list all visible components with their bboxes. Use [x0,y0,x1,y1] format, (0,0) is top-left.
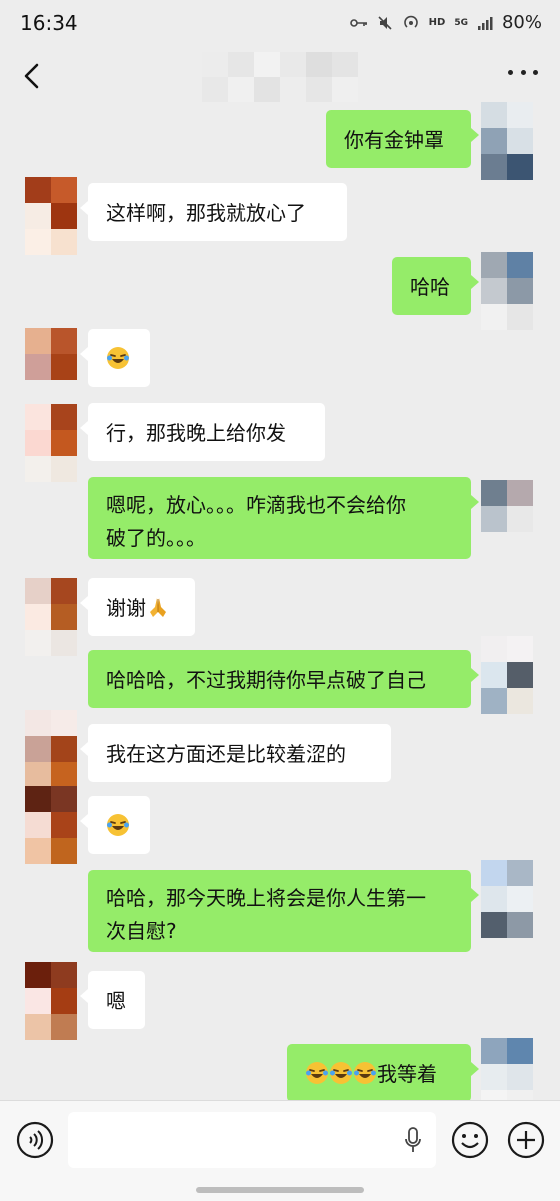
laughing-crying-emoji [306,1062,328,1084]
mute-icon [378,15,392,30]
microphone-icon[interactable] [404,1127,422,1153]
chat-title-blurred [202,52,358,102]
plus-circle-icon [507,1121,545,1159]
smiley-icon [451,1121,489,1159]
avatar-self[interactable] [481,252,533,330]
message-text-line-2: 次自慰? [106,919,177,943]
battery-percent: 80% [501,12,542,33]
avatar-contact[interactable] [25,962,77,1040]
folded-hands-emoji [150,598,166,617]
message-bubble-outgoing[interactable]: 你有金钟罩 [326,110,479,168]
hd-label: HD [428,17,446,28]
message-bubble-incoming[interactable] [80,329,150,387]
message-text: 哈哈 [410,275,450,299]
key-icon [349,18,367,27]
message-bubble-incoming[interactable]: 这样啊，那我就放心了 [80,183,347,241]
more-horizontal-icon [508,69,513,75]
message-text: 嗯 [106,989,126,1013]
message-bubble-outgoing[interactable]: 我等着 [287,1044,479,1102]
avatar-contact[interactable] [25,328,77,380]
signal-icon [477,16,493,30]
status-bar: 16:34 HD 5G 80% [0,0,560,50]
message-bubble-outgoing[interactable]: 嗯呢，放心。。。咋滴我也不会给你 破了的。。。 [88,477,479,559]
chat-message-list[interactable]: 你有金钟罩 这样啊，那我就放心了 哈哈 行，那我晚上给你发 嗯呢，放心。。。咋滴… [0,102,560,1116]
message-bubble-incoming[interactable]: 谢谢 [80,578,195,636]
message-text-line-1: 嗯呢，放心。。。咋滴我也不会给你 [106,493,406,517]
emoji-button[interactable] [451,1121,489,1159]
chat-header [0,50,560,102]
message-bubble-incoming[interactable]: 我在这方面还是比较羞涩的 [80,724,391,782]
avatar-self[interactable] [481,480,533,532]
avatar-contact[interactable] [25,177,77,255]
message-bubble-outgoing[interactable]: 哈哈，那今天晚上将会是你人生第一 次自慰? [88,870,479,952]
avatar-contact[interactable] [25,404,77,482]
message-bubble-incoming[interactable]: 行，那我晚上给你发 [80,403,325,461]
laughing-crying-emoji [354,1062,376,1084]
message-text: 这样啊，那我就放心了 [106,201,306,225]
voice-icon [16,1121,54,1159]
avatar-self[interactable] [481,636,533,714]
laughing-crying-emoji [330,1062,352,1084]
message-text: 谢谢 [106,596,146,620]
status-icons: HD 5G 80% [349,12,542,33]
avatar-contact[interactable] [25,786,77,864]
message-text: 你有金钟罩 [344,128,444,152]
status-time: 16:34 [20,11,78,35]
message-text-line-1: 哈哈，那今天晚上将会是你人生第一 [106,886,426,910]
avatar-self[interactable] [481,102,533,180]
chat-input-bar [0,1100,560,1201]
message-bubble-outgoing[interactable]: 哈哈 [392,257,479,315]
message-text: 哈哈哈，不过我期待你早点破了自己 [106,668,426,692]
avatar-contact[interactable] [25,710,77,788]
message-text-line-2: 破了的。。。 [106,526,206,550]
home-indicator[interactable] [196,1187,364,1193]
more-actions-button[interactable] [507,1121,545,1159]
message-bubble-outgoing[interactable]: 哈哈哈，不过我期待你早点破了自己 [88,650,479,708]
message-bubble-incoming[interactable]: 嗯 [80,971,145,1029]
avatar-contact[interactable] [25,578,77,656]
message-text: 我在这方面还是比较羞涩的 [106,742,346,766]
more-button[interactable] [508,62,538,82]
message-bubble-incoming[interactable] [80,796,150,854]
message-input[interactable] [68,1112,436,1168]
hotspot-icon [403,15,418,28]
back-button[interactable] [18,56,48,96]
message-text: 行，那我晚上给你发 [106,421,286,445]
message-text: 我等着 [377,1062,437,1086]
5g-label: 5G [454,17,468,28]
avatar-self[interactable] [481,860,533,938]
voice-input-button[interactable] [16,1121,54,1159]
laughing-crying-emoji [107,814,129,836]
laughing-crying-emoji [107,347,129,369]
chevron-left-icon [24,63,39,89]
